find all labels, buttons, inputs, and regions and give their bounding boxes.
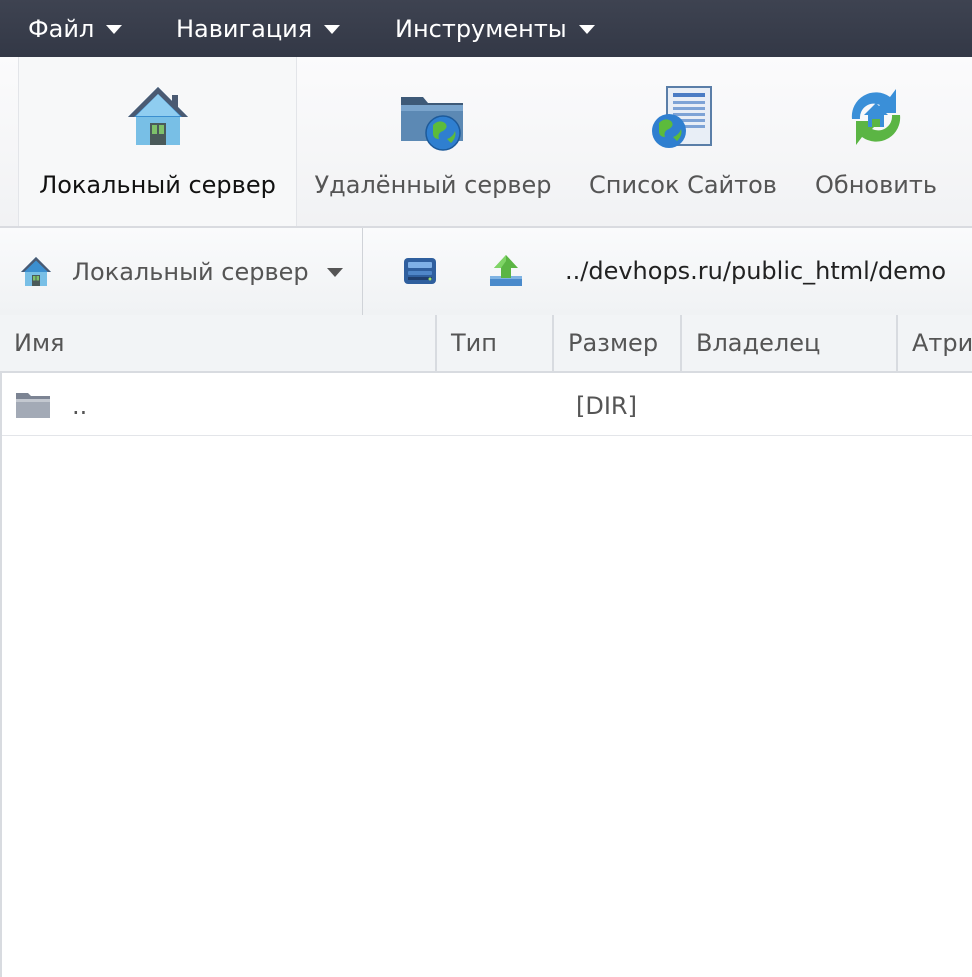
home-icon	[21, 256, 51, 286]
row-name: ..	[72, 392, 88, 420]
site-list-button[interactable]: Список Сайтов	[578, 57, 788, 226]
toolbar: Локальный сервер Удалённый сервер Список…	[0, 57, 972, 227]
column-size[interactable]: Размер	[554, 315, 682, 371]
column-type[interactable]: Тип	[437, 315, 554, 371]
table-row[interactable]: .. [DIR]	[2, 373, 972, 436]
local-server-label: Локальный сервер	[39, 171, 276, 199]
menu-navigation-label: Навигация	[176, 14, 313, 43]
remote-server-label: Удалённый сервер	[314, 171, 552, 199]
drive-icon[interactable]	[401, 252, 439, 290]
file-table-body: .. [DIR]	[0, 373, 972, 977]
chevron-down-icon	[578, 25, 595, 34]
menu-file-label: Файл	[28, 14, 95, 43]
column-attributes[interactable]: Атри	[898, 315, 972, 371]
menu-tools-label: Инструменты	[395, 14, 567, 43]
chevron-down-icon	[326, 268, 343, 277]
folder-up-icon[interactable]	[487, 252, 525, 290]
remote-server-button[interactable]: Удалённый сервер	[305, 57, 561, 226]
path-bar: Локальный сервер ../devhops.ru/public_ht…	[0, 227, 972, 316]
menu-tools[interactable]: Инструменты	[395, 0, 595, 57]
home-icon	[127, 87, 188, 145]
server-selector[interactable]: Локальный сервер	[0, 228, 363, 315]
menu-navigation[interactable]: Навигация	[176, 0, 341, 57]
refresh-button[interactable]: Обновить	[802, 57, 950, 226]
column-owner[interactable]: Владелец	[682, 315, 898, 371]
refresh-label: Обновить	[815, 171, 937, 199]
refresh-icon	[851, 89, 901, 145]
chevron-down-icon	[324, 25, 341, 34]
column-name[interactable]: Имя	[0, 315, 437, 371]
server-selector-label: Локальный сервер	[72, 257, 309, 286]
current-path[interactable]: ../devhops.ru/public_html/demo	[565, 228, 946, 315]
remote-folder-globe-icon	[401, 97, 463, 151]
local-server-button[interactable]: Локальный сервер	[18, 57, 297, 226]
folder-icon	[16, 393, 50, 418]
site-list-label: Список Сайтов	[589, 171, 777, 199]
chevron-down-icon	[106, 25, 123, 34]
menu-file[interactable]: Файл	[28, 0, 123, 57]
site-list-globe-icon	[652, 86, 712, 148]
file-table-header: Имя Тип Размер Владелец Атри	[0, 315, 972, 373]
menu-bar: Файл Навигация Инструменты	[0, 0, 972, 57]
row-size: [DIR]	[576, 392, 637, 420]
